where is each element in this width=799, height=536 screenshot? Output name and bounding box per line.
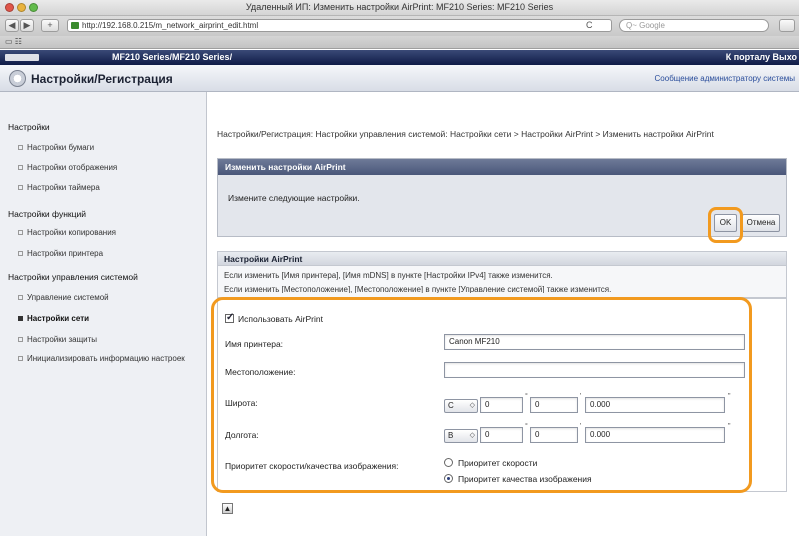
sidebar-item-system-management[interactable]: Управление системой bbox=[18, 293, 109, 302]
edit-panel-text: Измените следующие настройки. bbox=[228, 193, 360, 203]
sidebar-item-paper[interactable]: Настройки бумаги bbox=[18, 143, 94, 152]
url-text: http://192.168.0.215/m_network_airprint_… bbox=[82, 21, 259, 30]
bullet-icon bbox=[18, 185, 23, 191]
sidebar-item-timer[interactable]: Настройки таймера bbox=[18, 183, 100, 192]
page-header: Настройки/Регистрация Сообщение админист… bbox=[0, 65, 799, 92]
sidebar-item-security[interactable]: Настройки защиты bbox=[18, 335, 97, 344]
sidebar-item-display[interactable]: Настройки отображения bbox=[18, 163, 117, 172]
device-name: MF210 Series/MF210 Series/ bbox=[112, 52, 233, 62]
airprint-info-line-2: Если изменить [Местоположение], [Местопо… bbox=[224, 285, 612, 293]
add-bookmark-button[interactable]: + bbox=[41, 19, 59, 32]
bullet-icon bbox=[18, 165, 23, 171]
browser-toolbar: ◀ ▶ + http://192.168.0.215/m_network_air… bbox=[0, 16, 799, 36]
site-favicon-icon bbox=[71, 22, 79, 29]
bullet-icon bbox=[18, 295, 23, 301]
overflow-button[interactable] bbox=[779, 19, 795, 32]
sidebar-item-printer[interactable]: Настройки принтера bbox=[18, 249, 103, 258]
url-input[interactable]: http://192.168.0.215/m_network_airprint_… bbox=[67, 19, 612, 32]
edit-panel-title: Изменить настройки AirPrint bbox=[218, 159, 786, 175]
bullet-icon bbox=[18, 230, 23, 236]
sidebar-item-init[interactable]: Инициализировать информацию настроек bbox=[18, 354, 198, 364]
bullet-icon bbox=[18, 337, 23, 343]
sidebar: Настройки Настройки бумаги Настройки ото… bbox=[0, 92, 207, 536]
page-title: Настройки/Регистрация bbox=[31, 72, 173, 86]
window-titlebar: Удаленный ИП: Изменить настройки AirPrin… bbox=[0, 0, 799, 16]
sidebar-heading-functions: Настройки функций bbox=[8, 209, 86, 219]
form-highlight-ring bbox=[211, 297, 752, 493]
ok-highlight-ring bbox=[708, 207, 743, 243]
breadcrumb: Настройки/Регистрация: Настройки управле… bbox=[217, 129, 714, 139]
sidebar-heading-system: Настройки управления системой bbox=[8, 272, 138, 282]
settings-gear-icon bbox=[9, 70, 26, 87]
cancel-button[interactable]: Отмена bbox=[742, 214, 780, 232]
canon-logo bbox=[5, 54, 39, 61]
admin-message-link[interactable]: Сообщение администратору системы bbox=[655, 74, 795, 83]
bullet-icon bbox=[18, 145, 23, 151]
search-input[interactable]: Q~ Google bbox=[619, 19, 769, 32]
bullet-icon bbox=[18, 251, 23, 257]
sidebar-item-copy[interactable]: Настройки копирования bbox=[18, 228, 116, 237]
airprint-info-panel: Настройки AirPrint Если изменить [Имя пр… bbox=[217, 251, 787, 298]
window-title: Удаленный ИП: Изменить настройки AirPrin… bbox=[245, 2, 554, 12]
reload-icon[interactable]: C bbox=[586, 20, 593, 31]
portal-link[interactable]: К порталу Выхо bbox=[726, 50, 797, 65]
bullet-icon bbox=[18, 316, 23, 322]
sidebar-heading-settings: Настройки bbox=[8, 122, 50, 132]
device-header-bar: MF210 Series/MF210 Series/ К порталу Вых… bbox=[0, 50, 799, 65]
airprint-panel-title: Настройки AirPrint bbox=[218, 252, 786, 266]
bookmarks-icons[interactable]: ▭ ☷ bbox=[5, 37, 22, 46]
scroll-top-icon[interactable]: ▲ bbox=[222, 503, 233, 514]
bookmarks-bar: ▭ ☷ bbox=[0, 36, 799, 49]
sidebar-item-network[interactable]: Настройки сети bbox=[18, 314, 89, 323]
edit-panel: Изменить настройки AirPrint Измените сле… bbox=[217, 158, 787, 237]
back-button[interactable]: ◀ bbox=[5, 19, 19, 32]
airprint-info-line-1: Если изменить [Имя принтера], [Имя mDNS]… bbox=[224, 271, 553, 280]
forward-button[interactable]: ▶ bbox=[20, 19, 34, 32]
bullet-icon bbox=[18, 356, 23, 362]
